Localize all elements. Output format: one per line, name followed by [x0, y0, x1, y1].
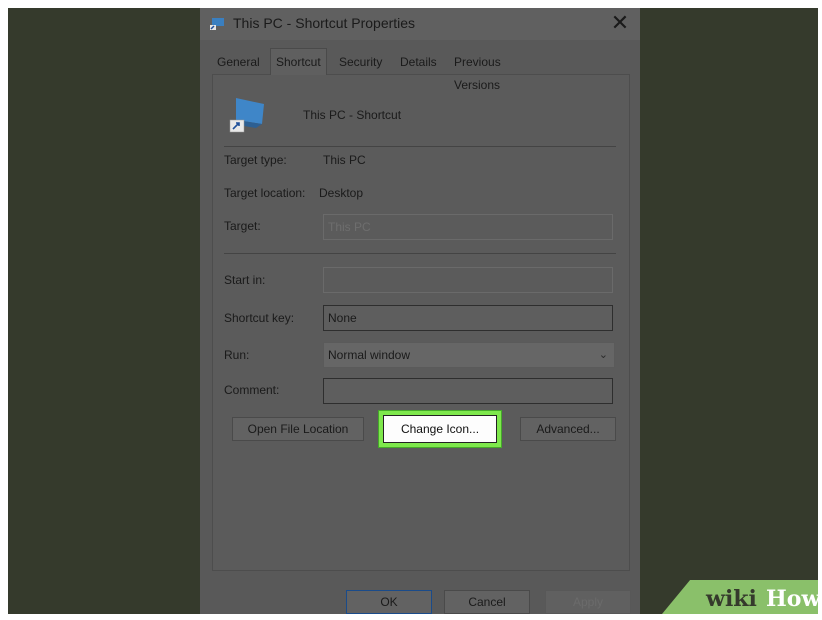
change-icon-button[interactable]: Change Icon...	[383, 415, 497, 443]
start-in-label: Start in:	[224, 273, 266, 287]
target-location-label: Target location:	[224, 186, 306, 200]
target-field[interactable]: This PC	[323, 214, 613, 240]
run-select[interactable]: Normal window ⌄	[323, 342, 615, 368]
shortcut-computer-icon	[229, 98, 264, 133]
target-type-label: Target type:	[224, 153, 287, 167]
open-file-location-button[interactable]: Open File Location	[232, 417, 364, 441]
window-title: This PC - Shortcut Properties	[233, 15, 416, 31]
comment-field[interactable]	[323, 378, 613, 404]
run-label: Run:	[224, 348, 250, 362]
tab-shortcut[interactable]: Shortcut	[270, 48, 327, 75]
apply-button[interactable]: Apply	[545, 590, 631, 614]
title-bar: This PC - Shortcut Properties ✕	[200, 8, 640, 40]
tab-security[interactable]: Security	[334, 51, 387, 74]
ok-button[interactable]: OK	[346, 590, 432, 614]
advanced-button[interactable]: Advanced...	[520, 417, 616, 441]
properties-dialog: This PC - Shortcut Properties ✕ General …	[200, 8, 640, 614]
comment-label: Comment:	[224, 383, 280, 397]
watermark-wiki: wiki	[706, 586, 757, 612]
target-location-value: Desktop	[319, 186, 364, 200]
cancel-button[interactable]: Cancel	[444, 590, 530, 614]
divider	[224, 146, 616, 147]
chevron-down-icon: ⌄	[598, 349, 608, 361]
computer-icon	[210, 18, 224, 30]
shortcut-key-field[interactable]: None	[323, 305, 613, 331]
target-type-value: This PC	[323, 153, 366, 167]
close-button[interactable]: ✕	[606, 10, 634, 36]
tab-previous-versions[interactable]: Previous Versions	[449, 51, 506, 92]
divider	[224, 253, 616, 254]
run-select-value: Normal window	[328, 348, 411, 362]
shortcut-name: This PC - Shortcut	[303, 108, 402, 122]
tab-general[interactable]: General	[212, 51, 265, 74]
start-in-field[interactable]	[323, 267, 613, 293]
watermark-how: How	[766, 586, 821, 612]
shortcut-key-label: Shortcut key:	[224, 311, 295, 325]
target-label: Target:	[224, 219, 261, 233]
tab-details[interactable]: Details	[395, 51, 442, 74]
